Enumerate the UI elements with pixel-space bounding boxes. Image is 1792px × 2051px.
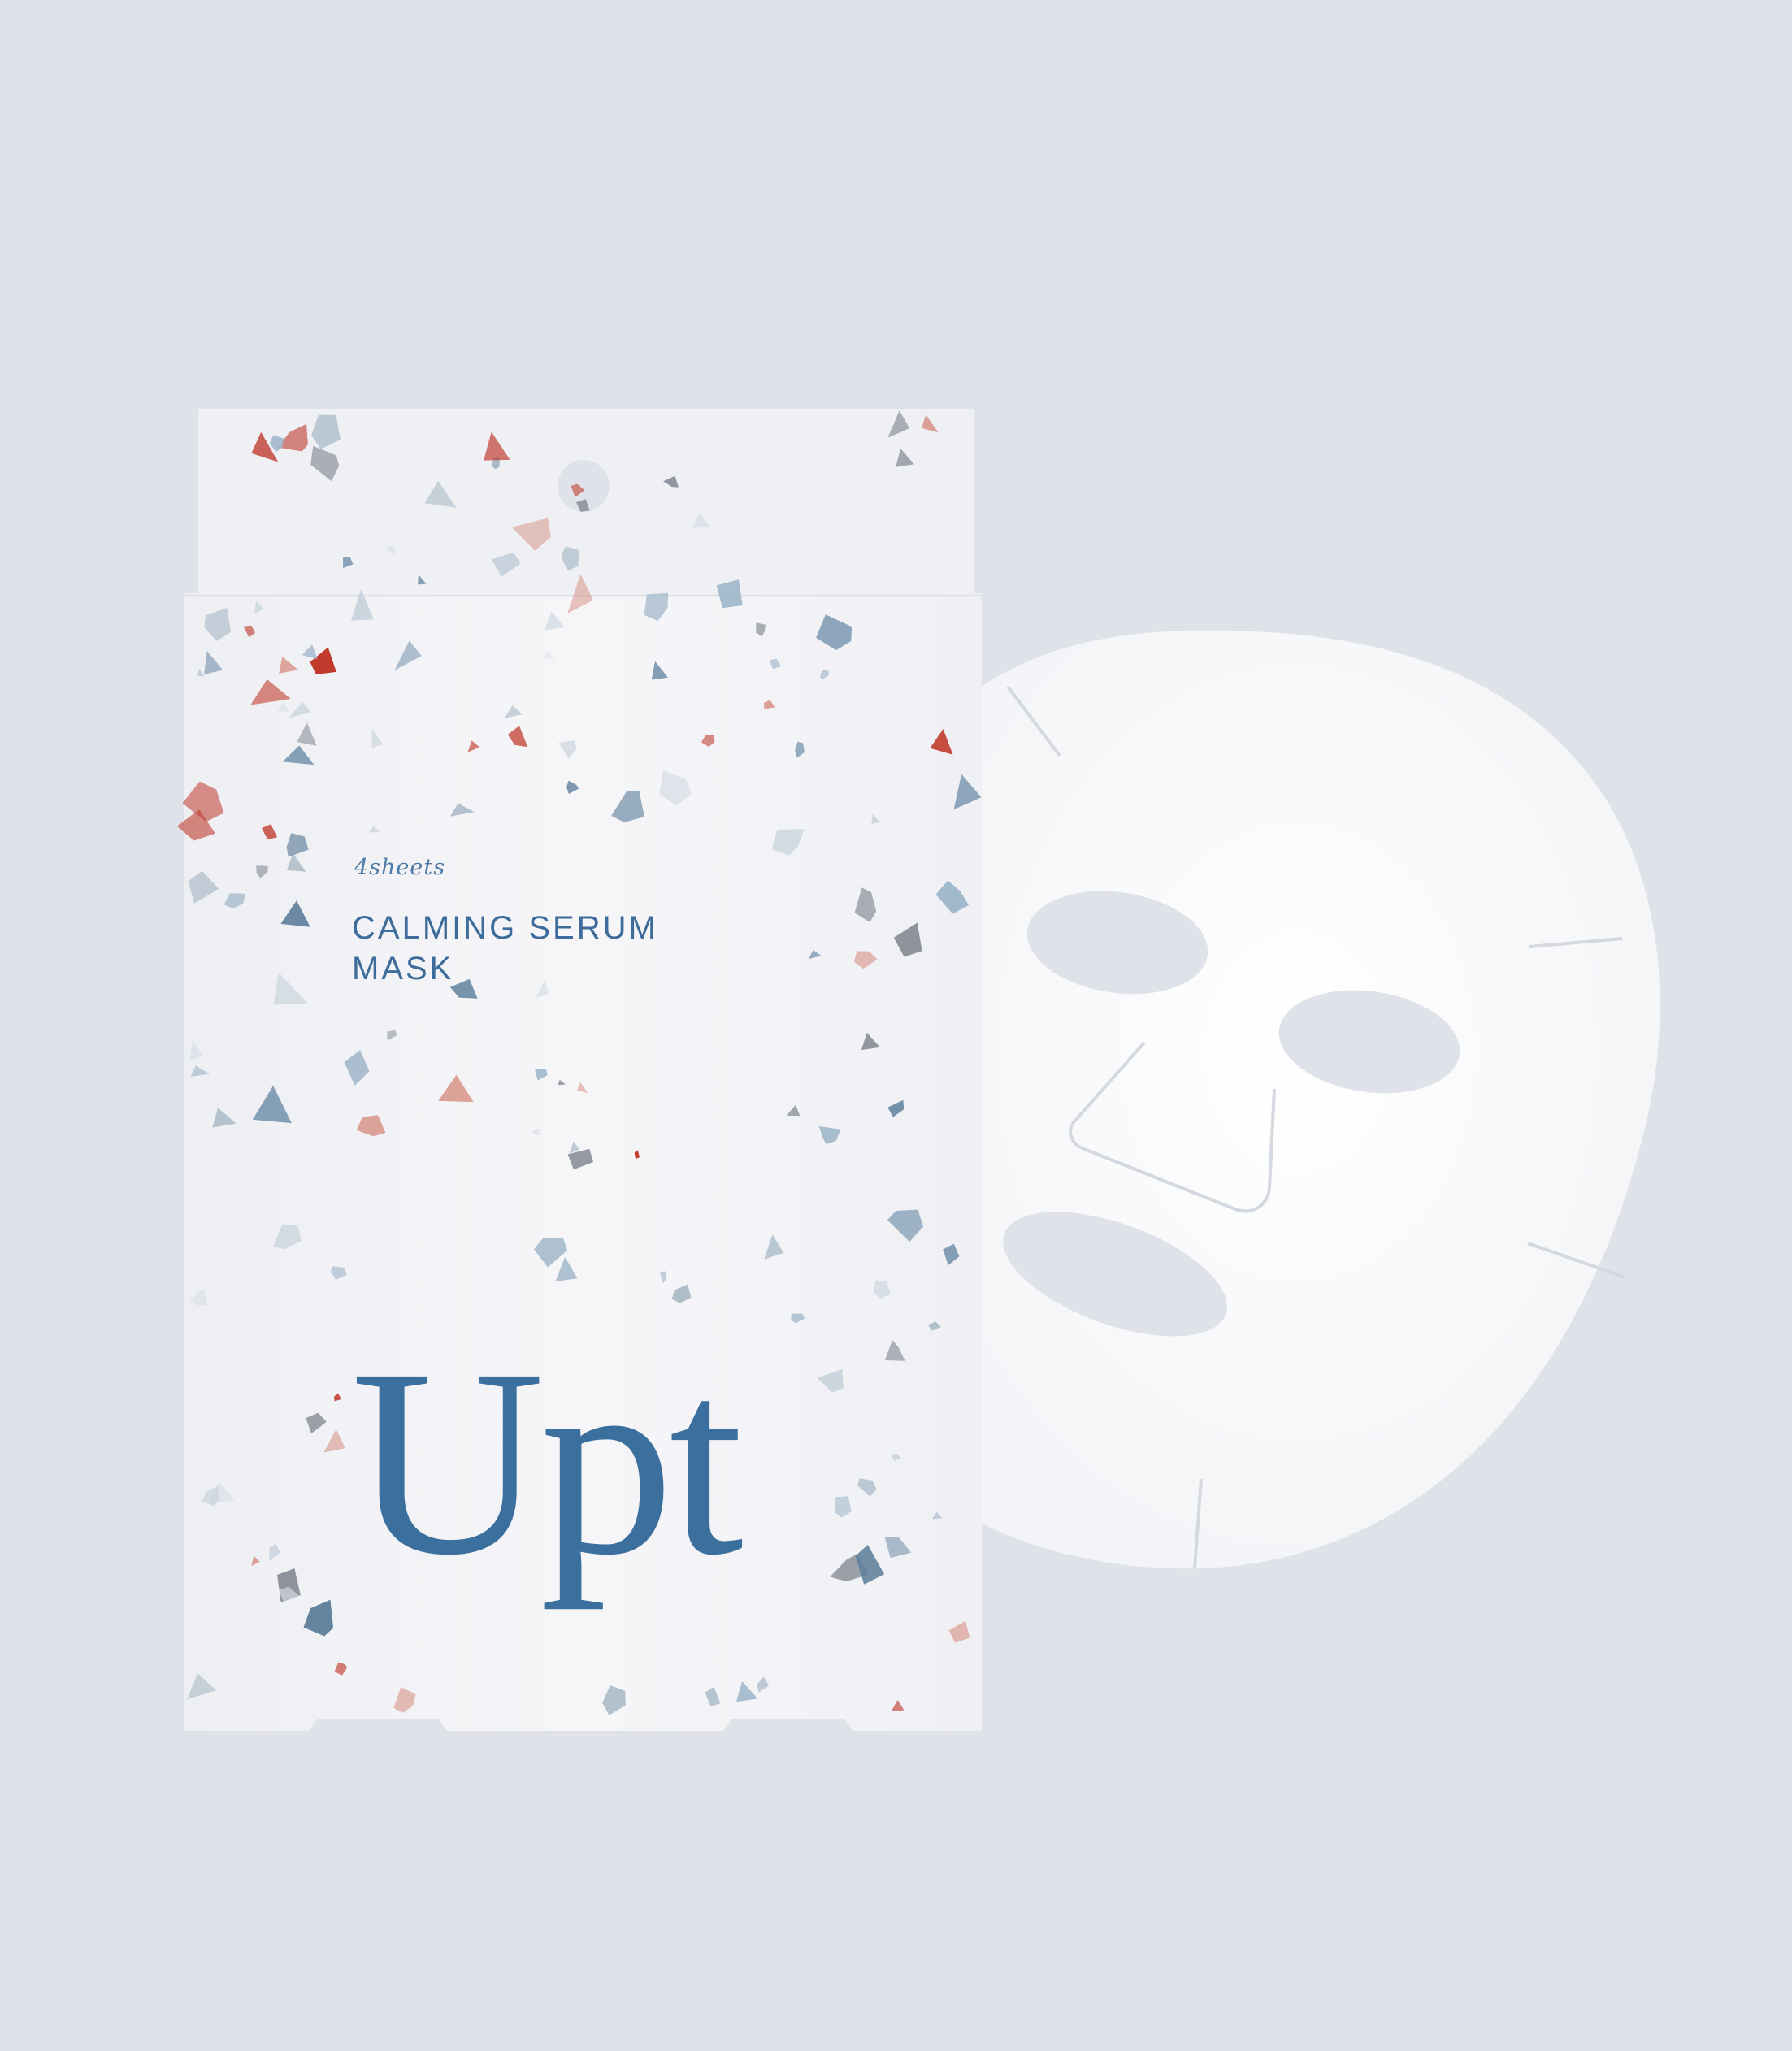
product-name-line1: CALMING SERUM bbox=[352, 910, 658, 946]
sheet-mask bbox=[935, 630, 1660, 1569]
sheet-count-label: 4sheets bbox=[354, 855, 446, 880]
sheet-mask-body bbox=[935, 630, 1660, 1569]
brand-logo: Upt bbox=[351, 1314, 744, 1611]
product-name-line2: MASK bbox=[352, 951, 454, 986]
product-scene bbox=[176, 409, 1660, 1731]
